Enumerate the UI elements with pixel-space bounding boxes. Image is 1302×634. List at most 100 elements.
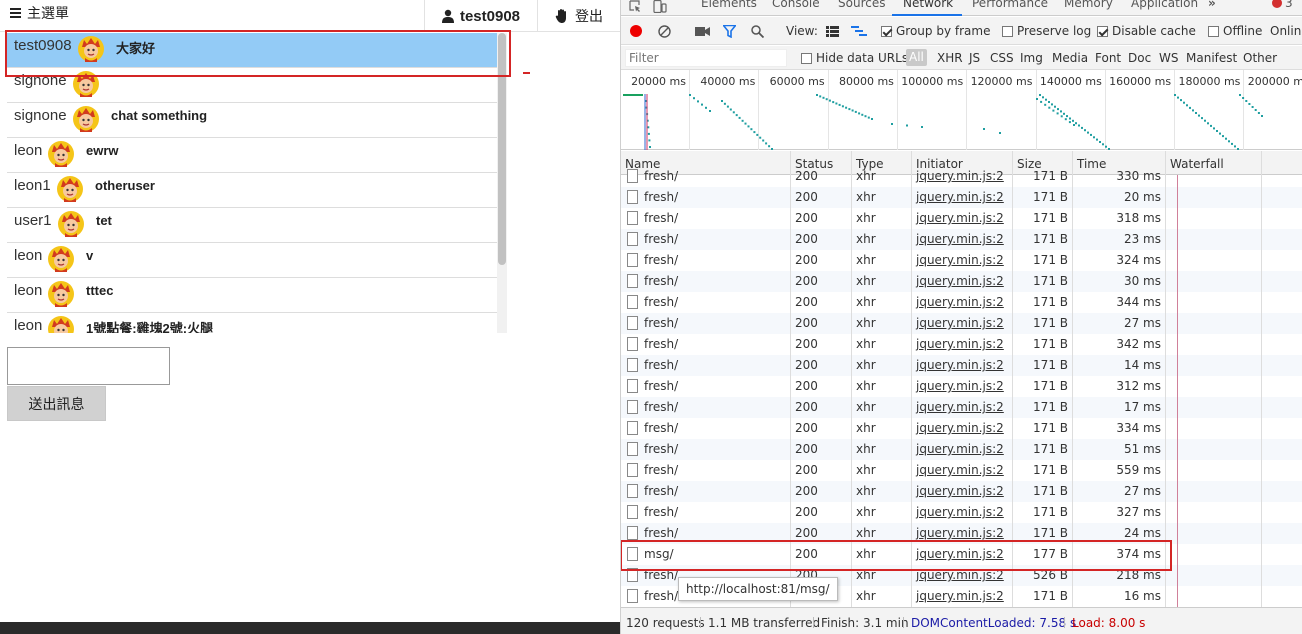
network-row[interactable]: fresh/200 xhr jquery.min.js:2 171 B 324 ms bbox=[621, 250, 1302, 271]
filter-type-all[interactable]: All bbox=[906, 49, 927, 66]
logout-button[interactable]: 登出 bbox=[537, 0, 620, 32]
message-input[interactable] bbox=[7, 347, 170, 385]
network-row[interactable]: msg/200 xhr jquery.min.js:2 177 B 374 ms bbox=[621, 544, 1302, 565]
message-row[interactable]: user1 tet bbox=[7, 208, 497, 243]
search-icon[interactable] bbox=[751, 25, 764, 38]
disable-cache-checkbox[interactable]: Disable cache bbox=[1097, 24, 1196, 38]
send-message-button[interactable]: 送出訊息 bbox=[7, 386, 106, 421]
message-row[interactable]: leon tttec bbox=[7, 278, 497, 313]
filter-type-font[interactable]: Font bbox=[1095, 51, 1121, 65]
network-row[interactable]: fresh/200 xhr jquery.min.js:2 171 B 27 ms bbox=[621, 481, 1302, 502]
network-row[interactable]: fresh/200 xhr jquery.min.js:2 171 B 344 ms bbox=[621, 292, 1302, 313]
error-count[interactable]: 3 bbox=[1285, 0, 1293, 10]
network-row-initiator[interactable]: jquery.min.js:2 bbox=[916, 232, 1004, 246]
network-row[interactable]: fresh/200 xhr jquery.min.js:2 171 B 334 ms bbox=[621, 418, 1302, 439]
scrollbar-thumb[interactable] bbox=[498, 33, 506, 265]
network-row-initiator[interactable]: jquery.min.js:2 bbox=[916, 211, 1004, 225]
camera-icon[interactable] bbox=[695, 26, 710, 37]
network-row-initiator[interactable]: jquery.min.js:2 bbox=[916, 337, 1004, 351]
offline-checkbox[interactable]: Offline bbox=[1208, 24, 1262, 38]
checkbox-checked-icon[interactable] bbox=[881, 25, 892, 37]
network-row-initiator[interactable]: jquery.min.js:2 bbox=[916, 463, 1004, 477]
network-row-initiator[interactable]: jquery.min.js:2 bbox=[916, 421, 1004, 435]
checkbox-checked-icon[interactable] bbox=[1097, 25, 1108, 37]
network-row-initiator[interactable]: jquery.min.js:2 bbox=[916, 295, 1004, 309]
filter-type-css[interactable]: CSS bbox=[990, 51, 1014, 65]
network-row[interactable]: fresh/200 xhr jquery.min.js:2 171 B 17 ms bbox=[621, 397, 1302, 418]
current-user-button[interactable]: test0908 bbox=[424, 0, 537, 32]
network-row[interactable]: fresh/200 xhr jquery.min.js:2 171 B 24 ms bbox=[621, 523, 1302, 544]
preserve-log-checkbox[interactable]: Preserve log bbox=[1002, 24, 1091, 38]
device-toolbar-icon[interactable] bbox=[653, 0, 667, 13]
checkbox-unchecked-icon[interactable] bbox=[801, 52, 812, 64]
message-list[interactable]: test0908 大家好 signone signone chat something l… bbox=[7, 33, 507, 333]
waterfall-overview-icon[interactable] bbox=[851, 25, 867, 37]
network-row[interactable]: fresh/200 xhr jquery.min.js:2 171 B 559 ms bbox=[621, 460, 1302, 481]
filter-type-img[interactable]: Img bbox=[1020, 51, 1043, 65]
error-badge-icon[interactable] bbox=[1272, 0, 1282, 8]
message-row[interactable]: leon ewrw bbox=[7, 138, 497, 173]
group-by-frame-checkbox[interactable]: Group by frame bbox=[881, 24, 990, 38]
main-menu-button[interactable]: 主選單 bbox=[10, 0, 69, 26]
message-row[interactable]: leon v bbox=[7, 243, 497, 278]
tab-console[interactable]: Console bbox=[772, 0, 820, 10]
tab-application[interactable]: Application bbox=[1131, 0, 1198, 10]
throttling-select[interactable]: Online bbox=[1270, 24, 1302, 38]
network-row[interactable]: fresh/200 xhr jquery.min.js:2 171 B 20 ms bbox=[621, 187, 1302, 208]
inspect-element-icon[interactable] bbox=[629, 0, 641, 12]
network-row-initiator[interactable]: jquery.min.js:2 bbox=[916, 400, 1004, 414]
network-row-initiator[interactable]: jquery.min.js:2 bbox=[916, 484, 1004, 498]
network-row-initiator[interactable]: jquery.min.js:2 bbox=[916, 379, 1004, 393]
network-overview-timeline[interactable]: 20000 ms 40000 ms 60000 ms 80000 ms 100000 m… bbox=[621, 70, 1302, 150]
network-row-initiator[interactable]: jquery.min.js:2 bbox=[916, 358, 1004, 372]
network-row-initiator[interactable]: jquery.min.js:2 bbox=[916, 568, 1004, 582]
large-rows-icon[interactable] bbox=[826, 26, 839, 37]
network-row[interactable]: fresh/200 xhr jquery.min.js:2 171 B 342 ms bbox=[621, 334, 1302, 355]
clear-icon[interactable] bbox=[658, 25, 671, 38]
message-row[interactable]: leon 1號點餐:雞塊2號:火腿 bbox=[7, 313, 497, 333]
network-row[interactable]: fresh/200 xhr jquery.min.js:2 171 B 330 ms bbox=[621, 166, 1302, 187]
network-row[interactable]: fresh/200 xhr jquery.min.js:2 171 B 318 ms bbox=[621, 208, 1302, 229]
network-row[interactable]: fresh/200 xhr jquery.min.js:2 171 B 51 ms bbox=[621, 439, 1302, 460]
message-list-scrollbar[interactable] bbox=[497, 33, 507, 333]
message-row[interactable]: signone chat something bbox=[7, 103, 497, 138]
filter-type-doc[interactable]: Doc bbox=[1128, 51, 1151, 65]
filter-type-ws[interactable]: WS bbox=[1159, 51, 1178, 65]
network-row-initiator[interactable]: jquery.min.js:2 bbox=[916, 505, 1004, 519]
network-row[interactable]: fresh/200 xhr jquery.min.js:2 171 B 30 ms bbox=[621, 271, 1302, 292]
record-icon[interactable] bbox=[630, 25, 642, 37]
network-row[interactable]: fresh/200 xhr jquery.min.js:2 171 B 14 ms bbox=[621, 355, 1302, 376]
tab-network[interactable]: Network bbox=[903, 0, 953, 10]
network-row-initiator[interactable]: jquery.min.js:2 bbox=[916, 316, 1004, 330]
network-row[interactable]: fresh/200 xhr jquery.min.js:2 171 B 23 ms bbox=[621, 229, 1302, 250]
filter-type-other[interactable]: Other bbox=[1243, 51, 1277, 65]
network-row-initiator[interactable]: jquery.min.js:2 bbox=[916, 547, 1004, 561]
network-row-initiator[interactable]: jquery.min.js:2 bbox=[916, 274, 1004, 288]
hide-data-urls-checkbox[interactable]: Hide data URLs bbox=[801, 51, 908, 65]
network-row-initiator[interactable]: jquery.min.js:2 bbox=[916, 526, 1004, 540]
network-row[interactable]: fresh/200 xhr jquery.min.js:2 171 B 327 ms bbox=[621, 502, 1302, 523]
filter-type-js[interactable]: JS bbox=[969, 51, 980, 65]
checkbox-unchecked-icon[interactable] bbox=[1208, 25, 1219, 37]
network-row-initiator[interactable]: jquery.min.js:2 bbox=[916, 169, 1004, 183]
message-row[interactable]: leon1 otheruser bbox=[7, 173, 497, 208]
filter-type-manifest[interactable]: Manifest bbox=[1186, 51, 1237, 65]
filter-input[interactable] bbox=[625, 49, 787, 67]
message-row[interactable]: test0908 大家好 bbox=[7, 33, 497, 68]
network-row-initiator[interactable]: jquery.min.js:2 bbox=[916, 190, 1004, 204]
network-row[interactable]: fresh/200 xhr jquery.min.js:2 171 B 27 ms bbox=[621, 313, 1302, 334]
network-row-initiator[interactable]: jquery.min.js:2 bbox=[916, 589, 1004, 603]
tab-elements[interactable]: Elements bbox=[701, 0, 757, 10]
checkbox-unchecked-icon[interactable] bbox=[1002, 25, 1013, 37]
tab-memory[interactable]: Memory bbox=[1064, 0, 1113, 10]
more-tabs-icon[interactable]: » bbox=[1208, 0, 1216, 10]
filter-icon[interactable] bbox=[723, 25, 736, 38]
network-row-initiator[interactable]: jquery.min.js:2 bbox=[916, 442, 1004, 456]
filter-type-media[interactable]: Media bbox=[1052, 51, 1088, 65]
network-row[interactable]: fresh/200 xhr jquery.min.js:2 171 B 312 ms bbox=[621, 376, 1302, 397]
tab-performance[interactable]: Performance bbox=[972, 0, 1048, 10]
network-row-initiator[interactable]: jquery.min.js:2 bbox=[916, 253, 1004, 267]
tab-sources[interactable]: Sources bbox=[838, 0, 885, 10]
message-row[interactable]: signone bbox=[7, 68, 497, 103]
filter-type-xhr[interactable]: XHR bbox=[937, 51, 963, 65]
